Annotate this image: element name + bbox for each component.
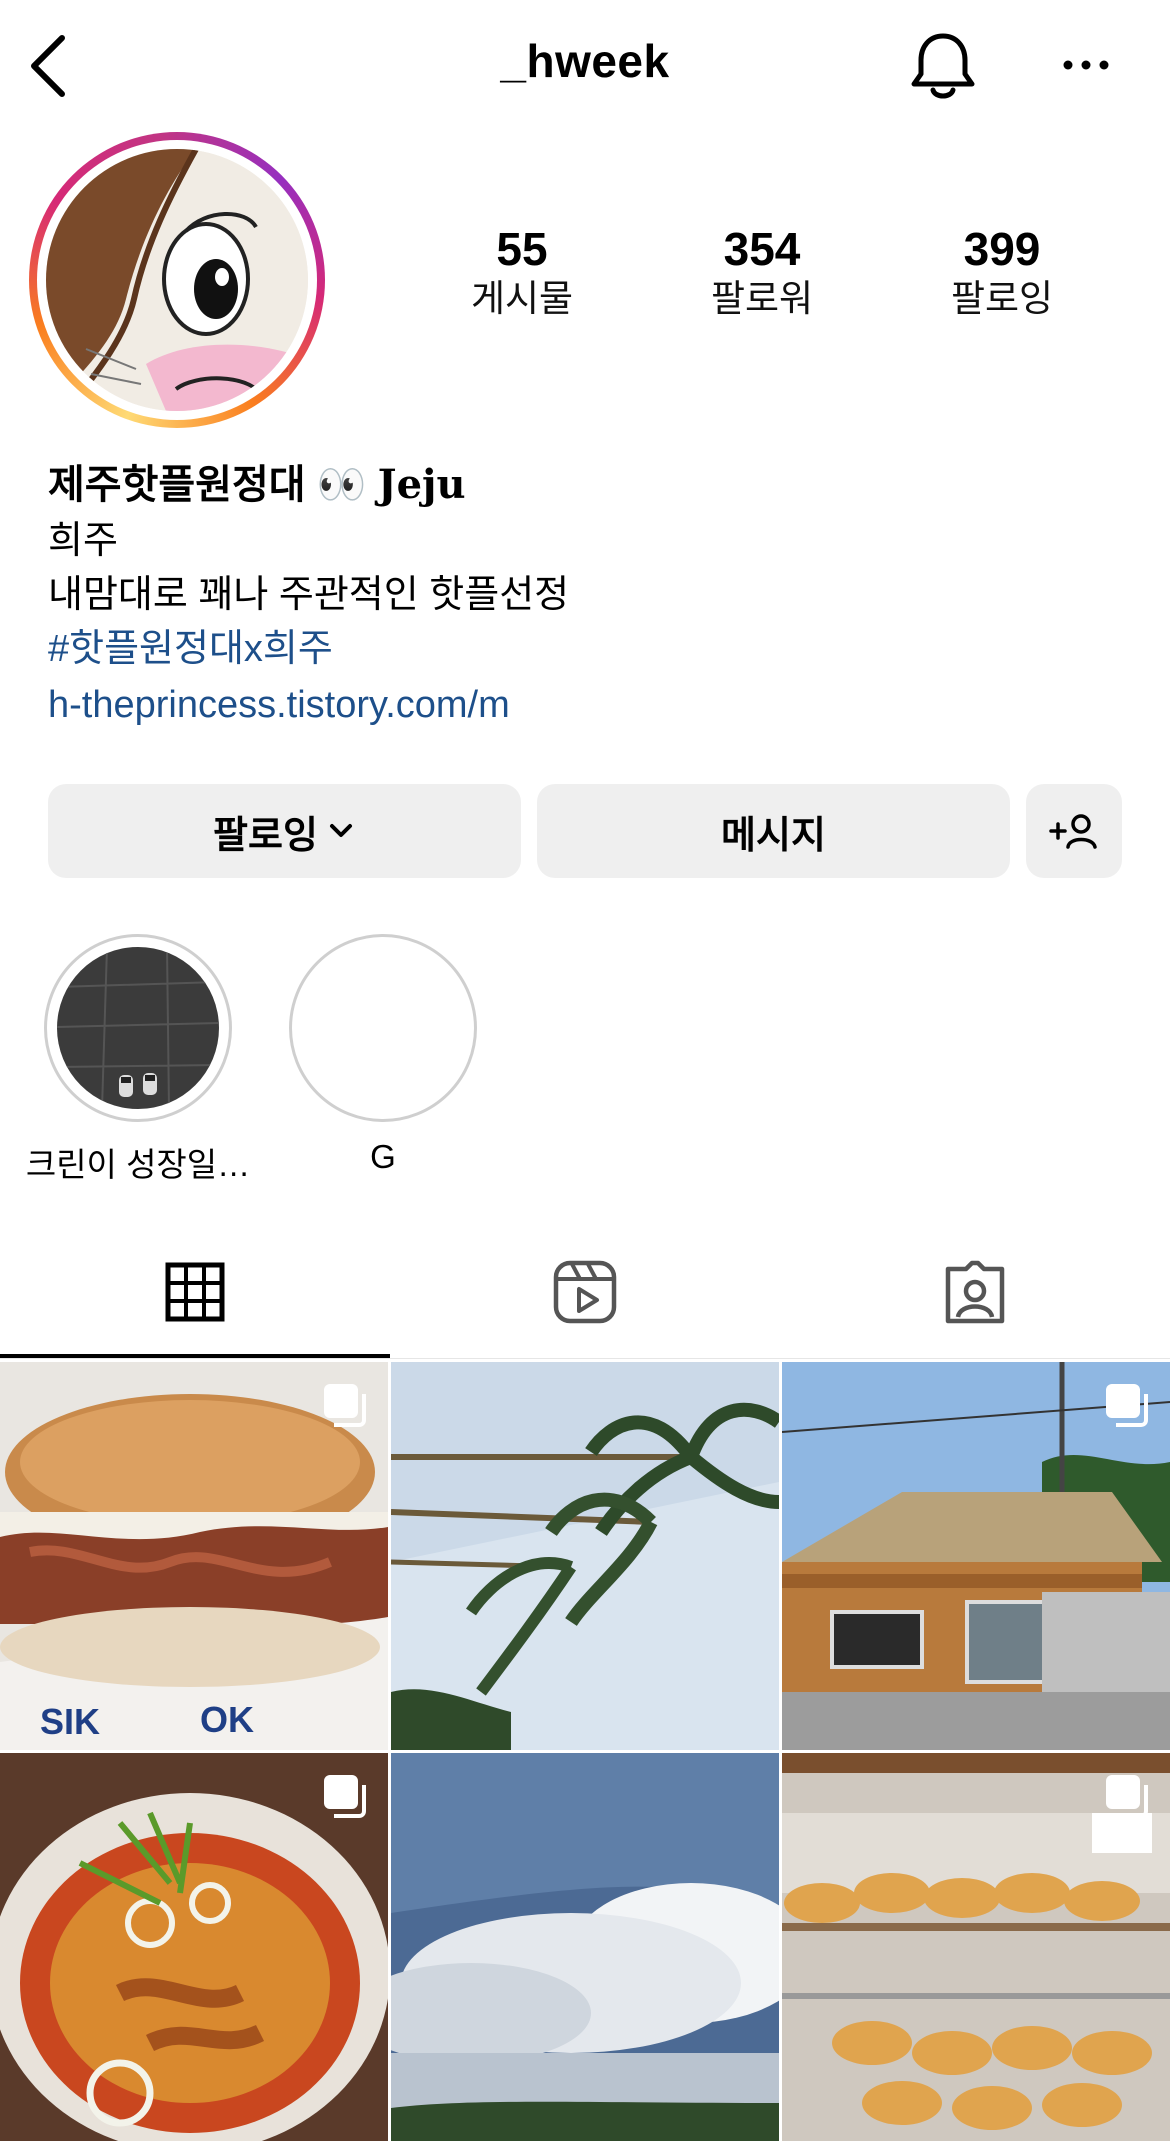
bio-website-link[interactable]: h-theprincess.tistory.com/m <box>48 682 510 728</box>
following-button[interactable]: 팔로잉 <box>48 784 521 878</box>
tab-reels[interactable] <box>390 1226 780 1358</box>
posts-label: 게시물 <box>470 278 574 319</box>
highlight-1[interactable] <box>44 934 232 1122</box>
reels-icon <box>553 1260 617 1324</box>
display-name-suffix: Jeju <box>377 461 466 508</box>
notifications-button[interactable] <box>908 30 978 102</box>
followers-label: 팔로워 <box>710 278 814 319</box>
following-label: 팔로잉 <box>950 278 1054 319</box>
tab-tagged[interactable] <box>780 1226 1170 1358</box>
followers-count: 354 <box>723 223 801 275</box>
add-user-button[interactable] <box>1026 784 1122 878</box>
eyes-emoji: 👀 <box>316 463 367 507</box>
post-thumbnail[interactable] <box>391 1362 779 1750</box>
highlight-2[interactable] <box>289 934 477 1122</box>
post-thumbnail[interactable] <box>391 1753 779 2141</box>
following-stat[interactable]: 399 팔로잉 <box>892 222 1112 322</box>
post-thumbnail[interactable] <box>0 1753 388 2141</box>
tagged-icon <box>945 1260 1005 1324</box>
grid-icon <box>165 1262 225 1322</box>
svg-text:OK: OK <box>200 1699 254 1740</box>
multiple-posts-icon <box>324 1775 366 1818</box>
post-thumbnail[interactable] <box>782 1362 1170 1750</box>
chevron-down-icon <box>329 824 352 837</box>
following-count: 399 <box>963 223 1041 275</box>
more-options-button[interactable] <box>1060 40 1112 90</box>
profile-display-name: 제주핫플원정대 👀 Jeju <box>48 452 466 510</box>
profile-username: _hweek <box>500 35 670 87</box>
svg-text:SIK: SIK <box>40 1701 100 1742</box>
posts-count: 55 <box>496 223 548 275</box>
highlight-1-label: 크린이 성장일… <box>25 1146 251 1183</box>
highlight-2-label: G <box>370 1138 396 1175</box>
multiple-posts-icon <box>1106 1775 1148 1818</box>
followers-stat[interactable]: 354 팔로워 <box>652 222 872 322</box>
bio-line-2: 내맘대로 꽤나 주관적인 핫플선정 <box>48 574 570 616</box>
highlight-1-cover <box>57 947 219 1109</box>
display-name-text: 제주핫플원정대 <box>48 463 306 507</box>
bio-hashtag-link[interactable]: #핫플원정대x희주 <box>48 626 333 672</box>
highlight-2-cover <box>302 947 464 1109</box>
add-person-icon <box>1049 814 1097 849</box>
multiple-posts-icon <box>1106 1384 1148 1427</box>
message-button[interactable]: 메시지 <box>537 784 1010 878</box>
message-button-label: 메시지 <box>721 814 826 857</box>
more-horizontal-icon <box>1063 60 1109 70</box>
post-thumbnail[interactable]: SIK OK <box>0 1362 388 1750</box>
post-thumbnail[interactable] <box>782 1753 1170 2141</box>
bio-line-1: 희주 <box>48 520 118 562</box>
tab-divider <box>0 1358 1170 1359</box>
avatar[interactable] <box>46 149 308 411</box>
bell-icon <box>911 33 975 99</box>
following-button-label: 팔로잉 <box>213 814 318 857</box>
tab-posts-grid[interactable] <box>0 1226 390 1358</box>
multiple-posts-icon <box>324 1384 366 1427</box>
posts-stat[interactable]: 55 게시물 <box>412 222 632 322</box>
